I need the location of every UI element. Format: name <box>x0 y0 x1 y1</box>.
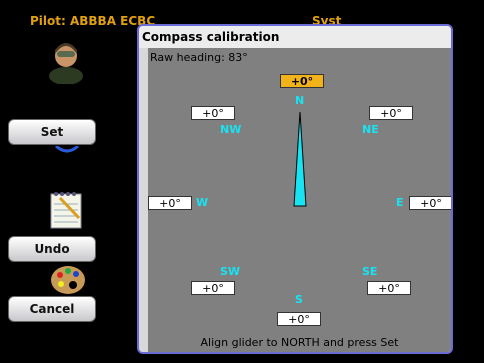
palette-icon <box>51 266 85 294</box>
set-button[interactable]: Set <box>8 119 96 145</box>
dialog-title: Compass calibration <box>139 26 451 49</box>
partial-icon <box>54 146 80 153</box>
heading-needle <box>293 111 307 207</box>
undo-button[interactable]: Undo <box>8 236 96 262</box>
pilot-avatar-icon <box>49 43 83 84</box>
pilot-label: Pilot: ABBBA ECBC <box>30 14 156 28</box>
compass-calibration-dialog: Compass calibration Raw heading: 83° +0°… <box>137 24 453 354</box>
compass-panel: Raw heading: 83° +0° N +0° NW +0° NE +0°… <box>148 48 451 352</box>
instruction-text: Align glider to NORTH and press Set <box>200 336 399 349</box>
cancel-button[interactable]: Cancel <box>8 296 96 322</box>
dialog-left-strip <box>139 48 148 352</box>
notepad-icon <box>50 192 82 229</box>
